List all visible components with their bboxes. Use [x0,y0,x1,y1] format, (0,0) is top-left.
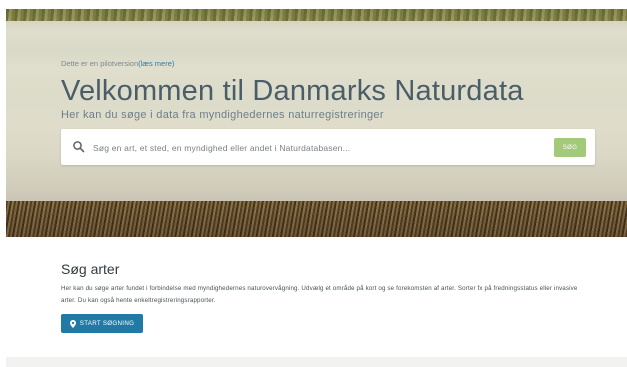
hero-background-grass [6,201,627,237]
search-input[interactable] [91,138,545,158]
pilot-notice-text: Dette er en pilotversion [61,59,139,68]
start-search-label: START SØGNING [79,320,135,327]
species-section-description: Her kan du søge arter fundet i forbindel… [61,285,578,304]
page-subtitle: Her kan du søge i data fra myndighederne… [61,109,384,121]
search-icon [73,141,85,153]
next-section-band [6,357,627,367]
start-search-button[interactable]: START SØGNING [61,314,143,333]
search-button[interactable]: SØG [554,138,586,157]
page-title: Velkommen til Danmarks Naturdata [61,75,524,107]
hero-banner: Dette er en pilotversion(læs mere) Velko… [6,9,627,237]
species-section-title: Søg arter [61,261,120,277]
pilot-notice: Dette er en pilotversion(læs mere) [61,59,174,68]
search-bar: SØG [61,129,595,165]
map-pin-icon [69,319,76,328]
read-more-link[interactable]: (læs mere) [138,59,174,68]
hero-background-top [6,9,627,21]
